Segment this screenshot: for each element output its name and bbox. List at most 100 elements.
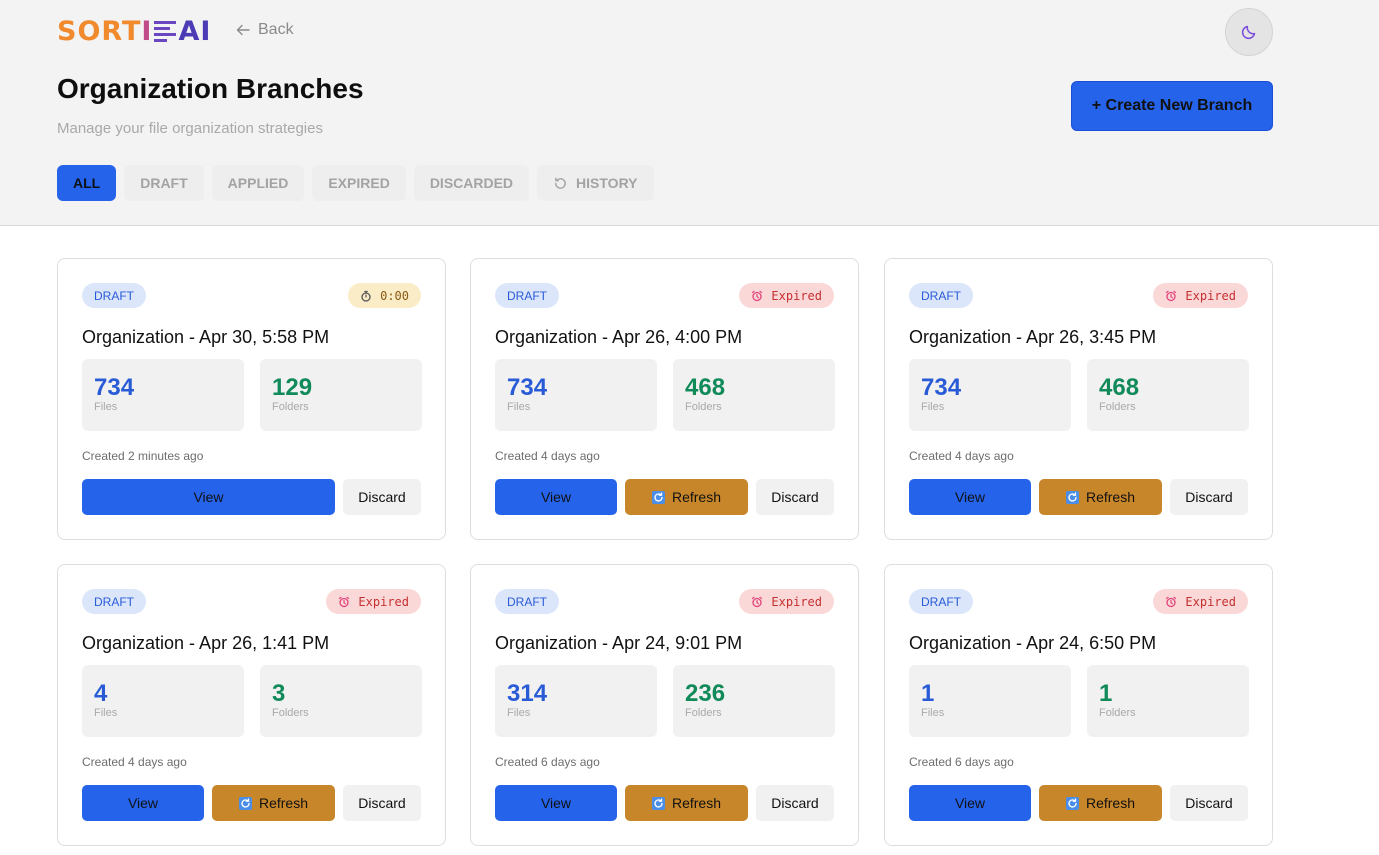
created-time: Created 4 days ago — [909, 449, 1014, 463]
theme-toggle-button[interactable] — [1225, 8, 1273, 56]
folders-label: Folders — [1099, 707, 1136, 719]
view-button[interactable]: View — [909, 479, 1031, 515]
discard-button[interactable]: Discard — [343, 785, 421, 821]
branch-title: Organization - Apr 26, 4:00 PM — [495, 327, 743, 347]
tab-label: HISTORY — [576, 175, 638, 191]
back-label: Back — [258, 21, 294, 38]
card-actions: View Refresh Discard — [909, 785, 1248, 821]
page-title: Organization Branches — [57, 73, 364, 104]
files-label: Files — [921, 707, 945, 719]
status-badge: DRAFT — [82, 283, 146, 308]
created-time: Created 6 days ago — [909, 755, 1014, 769]
tab-label: DRAFT — [140, 175, 188, 191]
discard-button[interactable]: Discard — [756, 785, 834, 821]
expiry-timer-badge: 0:00 — [348, 283, 421, 308]
stopwatch-icon — [361, 290, 371, 302]
branch-card: DRAFT Expired Organization - Apr 26, 3:4… — [884, 258, 1273, 540]
status-badge: DRAFT — [495, 589, 559, 614]
tab-expired[interactable]: EXPIRED — [312, 165, 406, 201]
tab-label: EXPIRED — [328, 175, 390, 191]
logo-text-i: I — [141, 15, 153, 47]
created-time: Created 6 days ago — [495, 755, 600, 769]
refresh-label: Refresh — [671, 795, 722, 811]
discard-button[interactable]: Discard — [1170, 785, 1248, 821]
logo-text-sort: SORT — [57, 15, 142, 47]
back-link[interactable]: Back — [236, 21, 294, 39]
card-actions: View Refresh Discard — [495, 785, 834, 821]
refresh-icon — [238, 796, 252, 810]
files-count: 734 — [921, 374, 962, 401]
files-label: Files — [507, 707, 531, 719]
created-time: Created 4 days ago — [495, 449, 600, 463]
view-button[interactable]: View — [82, 785, 204, 821]
timer-text: Expired — [1185, 288, 1236, 303]
files-stat: 734 Files — [495, 359, 657, 431]
view-button[interactable]: View — [495, 479, 617, 515]
created-time: Created 2 minutes ago — [82, 449, 204, 463]
files-label: Files — [507, 401, 531, 413]
branch-title: Organization - Apr 30, 5:58 PM — [82, 327, 330, 347]
refresh-icon — [651, 796, 665, 810]
folders-stat: 236 Folders — [673, 665, 835, 737]
tab-label: ALL — [73, 175, 101, 191]
refresh-button[interactable]: Refresh — [625, 785, 748, 821]
folders-label: Folders — [272, 707, 309, 719]
moon-icon — [1241, 25, 1256, 40]
tab-applied[interactable]: APPLIED — [211, 165, 305, 201]
folders-count: 129 — [272, 374, 313, 401]
refresh-button[interactable]: Refresh — [212, 785, 335, 821]
timer-text: 0:00 — [380, 288, 409, 303]
files-count: 314 — [507, 680, 548, 707]
folders-label: Folders — [1099, 401, 1136, 413]
folders-stat: 468 Folders — [1087, 359, 1249, 431]
folders-stat: 468 Folders — [673, 359, 835, 431]
folders-label: Folders — [685, 401, 722, 413]
files-stat: 314 Files — [495, 665, 657, 737]
arrow-left-icon — [236, 24, 250, 36]
discard-button[interactable]: Discard — [756, 479, 834, 515]
folders-count: 3 — [272, 680, 286, 707]
app-logo[interactable]: SORT I AI — [57, 15, 211, 47]
refresh-label: Refresh — [1085, 489, 1136, 505]
refresh-button[interactable]: Refresh — [625, 479, 748, 515]
expiry-timer-badge: Expired — [1153, 283, 1248, 308]
tab-discarded[interactable]: DISCARDED — [413, 165, 530, 201]
create-new-branch-button[interactable]: + Create New Branch — [1071, 81, 1273, 131]
folders-count: 1 — [1099, 680, 1113, 707]
folders-label: Folders — [272, 401, 309, 413]
logo-lines-mark — [154, 20, 177, 42]
logo-text-ai: AI — [178, 15, 212, 47]
alarm-clock-icon — [1166, 290, 1177, 301]
refresh-button[interactable]: Refresh — [1039, 785, 1162, 821]
branch-card: DRAFT 0:00 Organization - Apr 30, 5:58 P… — [57, 258, 446, 540]
folders-stat: 1 Folders — [1087, 665, 1249, 737]
expiry-timer-badge: Expired — [1153, 589, 1248, 614]
files-stat: 734 Files — [82, 359, 244, 431]
refresh-label: Refresh — [258, 795, 309, 811]
page-header: SORT I AI Back Organization Branches Man… — [0, 0, 1379, 226]
folders-count: 236 — [685, 680, 726, 707]
folders-count: 468 — [685, 374, 726, 401]
expiry-timer-badge: Expired — [739, 283, 834, 308]
branch-card: DRAFT Expired Organization - Apr 24, 6:5… — [884, 564, 1273, 846]
alarm-clock-icon — [1166, 596, 1177, 607]
files-stat: 4 Files — [82, 665, 244, 737]
files-label: Files — [94, 401, 118, 413]
tab-history[interactable]: HISTORY — [537, 165, 654, 201]
discard-button[interactable]: Discard — [343, 479, 421, 515]
discard-button[interactable]: Discard — [1170, 479, 1248, 515]
refresh-button[interactable]: Refresh — [1039, 479, 1162, 515]
branch-title: Organization - Apr 24, 6:50 PM — [909, 633, 1157, 653]
view-button[interactable]: View — [495, 785, 617, 821]
tab-label: APPLIED — [227, 175, 289, 191]
files-label: Files — [94, 707, 118, 719]
branch-card: DRAFT Expired Organization - Apr 26, 1:4… — [57, 564, 446, 846]
files-count: 734 — [94, 374, 135, 401]
timer-text: Expired — [771, 288, 822, 303]
refresh-label: Refresh — [671, 489, 722, 505]
view-button[interactable]: View — [82, 479, 335, 515]
tab-draft[interactable]: DRAFT — [124, 165, 204, 201]
view-button[interactable]: View — [909, 785, 1031, 821]
branch-title: Organization - Apr 26, 1:41 PM — [82, 633, 330, 653]
tab-all[interactable]: ALL — [57, 165, 117, 201]
